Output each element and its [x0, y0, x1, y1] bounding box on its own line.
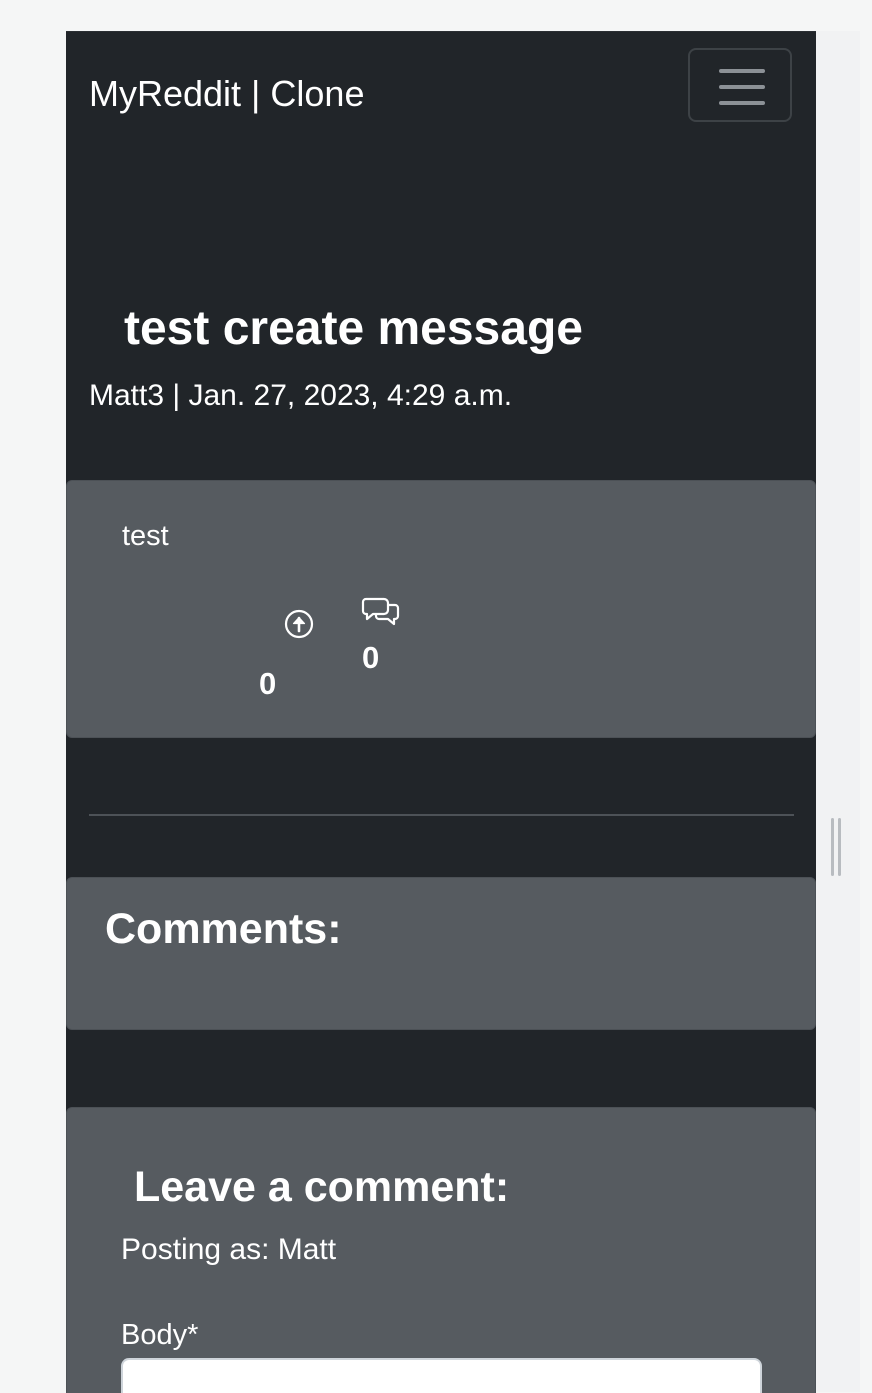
post-meta: Matt3 | Jan. 27, 2023, 4:29 a.m.	[89, 379, 513, 412]
post-title: test create message	[124, 302, 583, 355]
page-viewport: MyReddit | Clone test create message Mat…	[66, 31, 816, 1393]
post-body: test	[122, 520, 169, 552]
posting-as-text: Posting as: Matt	[121, 1233, 337, 1266]
comments-heading: Comments:	[105, 905, 342, 953]
comment-body-field[interactable]	[121, 1358, 762, 1393]
body-label: Body*	[121, 1319, 199, 1351]
hamburger-menu-icon-bar	[719, 85, 765, 89]
comment-form-card: Leave a comment: Posting as: Matt Body*	[66, 1107, 816, 1393]
resize-handle-bar	[831, 818, 834, 876]
hamburger-menu-icon	[719, 69, 765, 73]
chat-bubbles-icon[interactable]	[361, 594, 401, 628]
comments-card: Comments:	[66, 877, 816, 1030]
navbar-brand[interactable]: MyReddit | Clone	[89, 72, 364, 116]
navbar: MyReddit | Clone	[66, 32, 816, 158]
divider	[89, 814, 794, 816]
arrow-up-circle-icon[interactable]	[284, 609, 314, 639]
resize-handle[interactable]	[830, 818, 844, 876]
comment-form-heading: Leave a comment:	[134, 1163, 510, 1211]
comment-count: 0	[362, 640, 380, 675]
hamburger-menu-icon-bar	[719, 101, 765, 105]
navbar-toggle-button[interactable]	[688, 48, 792, 122]
upvote-count: 0	[259, 666, 277, 701]
post-card: test 0 0	[66, 480, 816, 738]
scroll-gutter	[816, 31, 860, 1392]
resize-handle-bar	[838, 818, 841, 876]
